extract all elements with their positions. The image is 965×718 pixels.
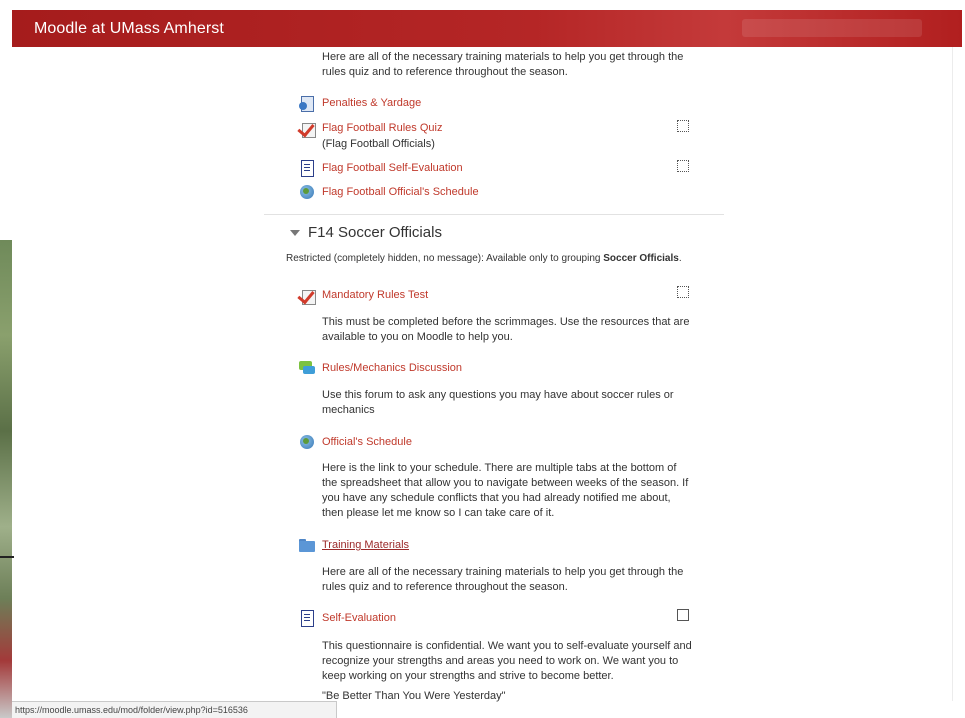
activity-penalties-yardage[interactable]: Penalties & Yardage: [298, 94, 698, 112]
completion-checkbox[interactable]: [677, 160, 689, 172]
desktop-edge-line: [0, 556, 14, 558]
activity-link[interactable]: Self-Evaluation: [322, 612, 396, 624]
activity-training-materials[interactable]: Training Materials: [298, 536, 698, 554]
section-divider: [264, 214, 724, 215]
activity-flag-football-self-evaluation[interactable]: Flag Football Self-Evaluation: [298, 159, 698, 177]
restriction-group: Soccer Officials: [603, 253, 679, 264]
activity-self-evaluation[interactable]: Self-Evaluation: [298, 609, 698, 627]
activity-description: Here are all of the necessary training m…: [322, 566, 684, 593]
site-header: Moodle at UMass Amherst: [12, 10, 962, 47]
forum-icon: [298, 359, 316, 377]
activity-link[interactable]: Penalties & Yardage: [322, 97, 421, 109]
site-brand-link[interactable]: Moodle at UMass Amherst: [12, 20, 224, 38]
activity-link[interactable]: Flag Football Self-Evaluation: [322, 162, 463, 174]
restriction-notice: Restricted (completely hidden, no messag…: [286, 253, 682, 264]
url-icon: [298, 433, 316, 451]
activity-grouping-note: (Flag Football Officials): [322, 138, 435, 150]
desktop-background: [0, 240, 12, 718]
activity-link[interactable]: Mandatory Rules Test: [322, 289, 428, 301]
section-intro-text: Here are all of the necessary training m…: [322, 51, 684, 78]
activity-flag-football-rules-quiz[interactable]: Flag Football Rules Quiz: [298, 119, 698, 138]
activity-description: Here is the link to your schedule. There…: [322, 462, 689, 519]
activity-description: This questionnaire is confidential. We w…: [322, 640, 692, 682]
status-url: https://moodle.umass.edu/mod/folder/view…: [15, 705, 248, 715]
activity-link[interactable]: Flag Football Rules Quiz: [322, 122, 442, 134]
url-icon: [298, 183, 316, 201]
activity-quote: "Be Better Than You Were Yesterday": [322, 690, 506, 702]
activity-rules-mechanics-discussion[interactable]: Rules/Mechanics Discussion: [298, 359, 698, 377]
quiz-icon: [298, 286, 316, 305]
activity-mandatory-rules-test[interactable]: Mandatory Rules Test: [298, 286, 698, 305]
completion-checkbox[interactable]: [677, 120, 689, 132]
page-icon: [298, 94, 316, 112]
feedback-icon: [298, 609, 316, 627]
feedback-icon: [298, 159, 316, 177]
activity-link[interactable]: Rules/Mechanics Discussion: [322, 362, 462, 374]
collapse-triangle-icon[interactable]: [290, 229, 300, 236]
activity-link[interactable]: Training Materials: [322, 539, 409, 551]
activity-description: Use this forum to ask any questions you …: [322, 389, 674, 416]
page-edge: [952, 47, 953, 701]
completion-checkbox[interactable]: [677, 286, 689, 298]
folder-icon: [298, 536, 316, 554]
activity-officials-schedule[interactable]: Official's Schedule: [298, 433, 698, 451]
completion-checkbox[interactable]: [677, 609, 689, 621]
activity-flag-football-schedule[interactable]: Flag Football Official's Schedule: [298, 183, 698, 201]
header-decoration: [742, 19, 922, 37]
section-title: F14 Soccer Officials: [308, 224, 442, 241]
activity-link[interactable]: Official's Schedule: [322, 436, 412, 448]
browser-status-bar: https://moodle.umass.edu/mod/folder/view…: [12, 701, 337, 718]
desktop-background-top: [0, 0, 12, 240]
quiz-icon: [298, 119, 316, 138]
activity-description: This must be completed before the scrimm…: [322, 316, 690, 343]
section-header[interactable]: F14 Soccer Officials: [290, 224, 442, 241]
activity-link[interactable]: Flag Football Official's Schedule: [322, 186, 479, 198]
